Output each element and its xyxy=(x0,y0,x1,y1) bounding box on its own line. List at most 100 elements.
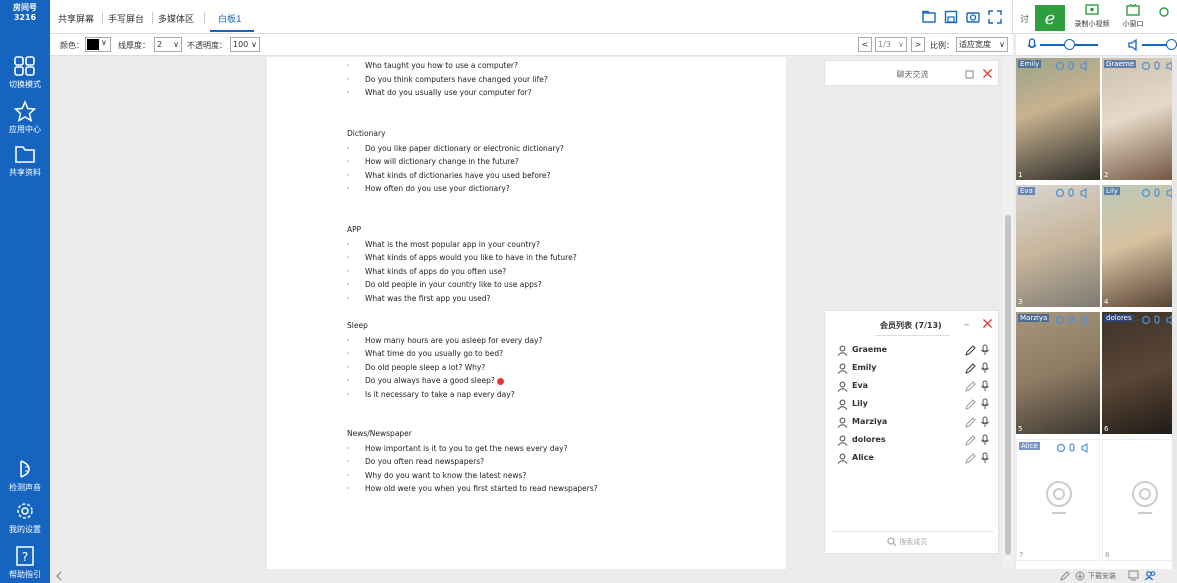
question-item: · What time do you usually go to bed? xyxy=(347,349,503,358)
monitor-icon[interactable] xyxy=(1128,570,1139,581)
member-row[interactable]: Lily xyxy=(835,397,990,415)
tile-controls-icon[interactable] xyxy=(1056,61,1090,71)
video-tile[interactable]: Graeme 2 xyxy=(1102,58,1177,180)
member-name: Graeme xyxy=(852,345,888,354)
discussion-label[interactable]: 讨 xyxy=(1020,12,1029,25)
question-text: Why do you want to know the latest news? xyxy=(365,470,527,480)
member-row[interactable]: Emily xyxy=(835,361,990,379)
next-page-button[interactable]: > xyxy=(911,37,925,52)
tile-controls-icon[interactable] xyxy=(1057,443,1091,453)
color-picker[interactable]: ∨ xyxy=(85,37,111,52)
participant-name: Graeme xyxy=(1104,60,1137,68)
pen-permission-icon[interactable] xyxy=(965,399,976,410)
video-tile[interactable]: Emily 1 xyxy=(1016,58,1100,180)
tile-controls-icon[interactable] xyxy=(1142,188,1176,198)
save-icon[interactable] xyxy=(944,10,958,24)
tab-whiteboard-1[interactable]: 白板1 xyxy=(218,12,242,25)
member-name: Lily xyxy=(852,399,868,408)
question-text: What kinds of apps would you like to hav… xyxy=(365,253,577,263)
sidebar-item-app-center[interactable]: 应用中心 xyxy=(0,100,50,135)
microphone-icon[interactable] xyxy=(980,434,990,446)
users-icon[interactable] xyxy=(1145,570,1156,581)
mini-window-button[interactable]: 小窗口 xyxy=(1118,4,1148,29)
collapse-arrow-icon[interactable] xyxy=(54,571,64,581)
video-tile[interactable]: dolores 6 xyxy=(1102,312,1177,434)
pen-permission-icon[interactable] xyxy=(965,363,976,374)
fullscreen-icon[interactable] xyxy=(988,10,1002,24)
member-row[interactable]: Graeme xyxy=(835,343,990,361)
prev-page-button[interactable]: < xyxy=(858,37,872,52)
pen-permission-icon[interactable] xyxy=(965,453,976,464)
member-row[interactable]: Marziya xyxy=(835,415,990,433)
sidebar-item-my-settings[interactable]: 我的设置 xyxy=(0,500,50,535)
page-select[interactable]: 1/3 ∨ xyxy=(875,37,907,52)
whiteboard-canvas[interactable]: · Who taught you how to use a computer? · D… xyxy=(267,57,786,569)
question-item: · How will dictionary change in the futur… xyxy=(347,157,519,166)
record-icon xyxy=(1085,4,1099,15)
member-row[interactable]: Alice xyxy=(835,451,990,469)
sidebar-item-label: 应用中心 xyxy=(9,125,41,134)
member-list-title: 会员列表 (7/13) xyxy=(880,321,942,330)
microphone-icon[interactable] xyxy=(980,362,990,374)
volume-controls xyxy=(1016,34,1177,56)
microphone-icon[interactable] xyxy=(980,416,990,428)
star-icon xyxy=(13,100,37,122)
member-search[interactable]: 搜索成员 xyxy=(887,537,927,547)
tab-multimedia[interactable]: 多媒体区 xyxy=(158,12,194,25)
user-icon xyxy=(837,453,848,464)
opacity-select[interactable]: 100 ∨ xyxy=(230,37,260,52)
pen-permission-icon[interactable] xyxy=(965,417,976,428)
download-icon[interactable] xyxy=(1075,571,1085,581)
settings-partial-icon[interactable] xyxy=(1157,6,1171,18)
microphone-icon[interactable] xyxy=(980,344,990,356)
user-icon xyxy=(837,435,848,446)
microphone-icon[interactable] xyxy=(980,398,990,410)
speaker-volume-slider[interactable] xyxy=(1166,39,1177,50)
tab-share-screen[interactable]: 共享屏幕 xyxy=(58,12,94,25)
ratio-select[interactable]: 适应宽度 ∨ xyxy=(956,37,1008,52)
tile-controls-icon[interactable] xyxy=(1142,315,1176,325)
restore-icon[interactable] xyxy=(965,69,975,79)
minimize-icon[interactable]: _ xyxy=(964,315,969,326)
video-tile[interactable]: Alice 7 xyxy=(1016,439,1100,561)
camera-placeholder-icon xyxy=(1046,481,1072,514)
video-tile[interactable]: Lily 4 xyxy=(1102,185,1177,307)
close-icon[interactable] xyxy=(982,68,993,79)
microphone-icon[interactable] xyxy=(980,380,990,392)
tile-controls-icon[interactable] xyxy=(1142,61,1176,71)
sidebar-item-switch-mode[interactable]: 切换模式 xyxy=(0,55,50,90)
video-tile[interactable]: Marziya 5 xyxy=(1016,312,1100,434)
close-icon[interactable] xyxy=(982,318,993,329)
member-row[interactable]: Eva xyxy=(835,379,990,397)
video-tile[interactable]: 8 xyxy=(1102,439,1177,561)
tab-handwriting[interactable]: 手写屏台 xyxy=(108,12,144,25)
question-text: How old were you when you first started … xyxy=(365,484,598,494)
video-tile[interactable]: Eva 3 xyxy=(1016,185,1100,307)
room-info: 房间号 3216 xyxy=(0,3,50,23)
member-name: Emily xyxy=(852,363,877,372)
edit-icon[interactable] xyxy=(1060,571,1070,581)
microphone-icon[interactable] xyxy=(980,452,990,464)
tile-controls-icon[interactable] xyxy=(1056,315,1090,325)
record-video-button[interactable]: 录制小视频 xyxy=(1070,4,1114,29)
video-scrollbar[interactable] xyxy=(1172,58,1177,570)
tile-controls-icon[interactable] xyxy=(1056,188,1090,198)
sidebar-item-sound-check[interactable]: 检测声音 xyxy=(0,458,50,493)
download-install-label[interactable]: 下载安装 xyxy=(1088,571,1116,581)
pen-permission-icon[interactable] xyxy=(965,345,976,356)
scrollbar-thumb[interactable] xyxy=(1005,215,1011,555)
sidebar-item-help[interactable]: ? 帮助指引 xyxy=(0,545,50,580)
camera-icon[interactable] xyxy=(966,10,980,24)
thickness-select[interactable]: 2 ∨ xyxy=(154,37,182,52)
page-value: 1/3 xyxy=(878,40,891,49)
folder-outline-icon[interactable] xyxy=(922,10,936,24)
member-row[interactable]: dolores xyxy=(835,433,990,451)
sidebar-item-shared-files[interactable]: 共享资料 xyxy=(0,143,50,178)
mic-volume-slider[interactable] xyxy=(1064,39,1075,50)
participant-name: Marziya xyxy=(1018,314,1050,322)
pen-permission-icon[interactable] xyxy=(965,435,976,446)
thickness-value: 2 xyxy=(157,40,163,49)
question-text: Do you often read newspapers? xyxy=(365,457,485,467)
pen-permission-icon[interactable] xyxy=(965,381,976,392)
color-swatch xyxy=(87,39,99,50)
